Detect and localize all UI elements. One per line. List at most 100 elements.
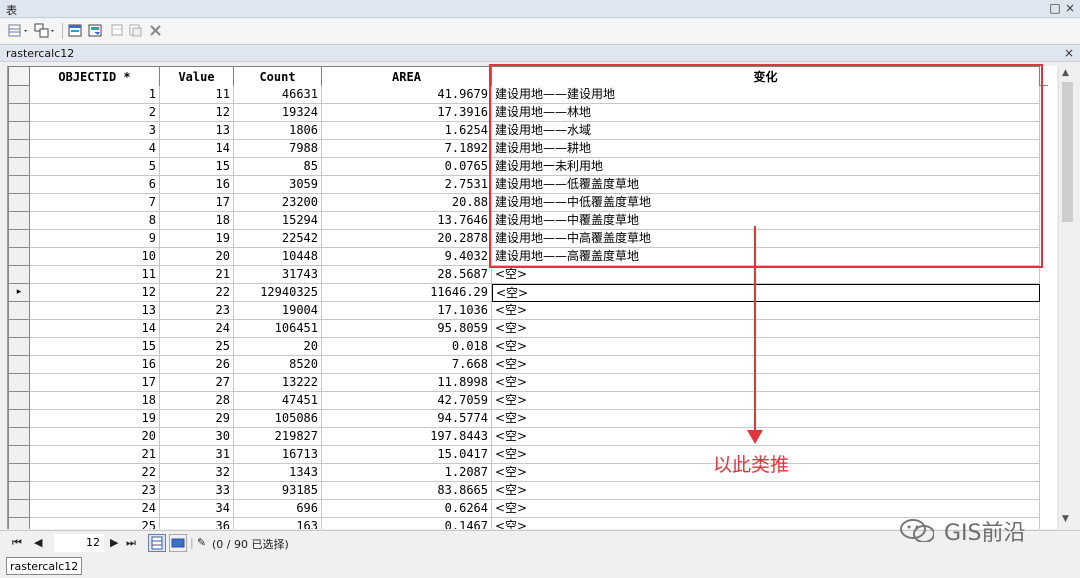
row-selector[interactable]	[8, 464, 30, 482]
objectid-cell[interactable]: 6	[30, 176, 160, 194]
change-cell[interactable]: 建设用地——耕地	[492, 140, 1040, 158]
value-cell[interactable]: 14	[160, 140, 234, 158]
change-cell[interactable]: <空>	[492, 428, 1040, 446]
bottom-table-tab[interactable]: rastercalc12	[6, 557, 83, 575]
count-cell[interactable]: 1806	[234, 122, 322, 140]
restore-button[interactable]: □	[1048, 1, 1062, 15]
change-cell[interactable]: 建设用地——低覆盖度草地	[492, 176, 1040, 194]
clear-selection-icon[interactable]	[110, 23, 126, 39]
area-cell[interactable]: 83.8665	[322, 482, 492, 500]
first-record-icon[interactable]: ⏮	[12, 536, 22, 550]
objectid-cell[interactable]: 5	[30, 158, 160, 176]
objectid-cell[interactable]: 19	[30, 410, 160, 428]
table-row[interactable]: 3 13 1806 1.6254 建设用地——水域	[8, 122, 1048, 140]
objectid-cell[interactable]: 22	[30, 464, 160, 482]
count-cell[interactable]: 3059	[234, 176, 322, 194]
objectid-cell[interactable]: 24	[30, 500, 160, 518]
last-record-icon[interactable]: ⏭	[126, 536, 136, 550]
area-cell[interactable]: 0.1467	[322, 518, 492, 529]
table-row[interactable]: ▸ 12 22 12940325 11646.29 <空>	[8, 284, 1048, 302]
table-options-icon[interactable]	[8, 23, 30, 39]
objectid-cell[interactable]: 2	[30, 104, 160, 122]
change-cell[interactable]: 建设用地——中高覆盖度草地	[492, 230, 1040, 248]
objectid-cell[interactable]: 15	[30, 338, 160, 356]
objectid-cell[interactable]: 1	[30, 86, 160, 104]
count-cell[interactable]: 12940325	[234, 284, 322, 302]
change-cell[interactable]: <空>	[492, 320, 1040, 338]
table-row[interactable]: 8 18 15294 13.7646 建设用地——中覆盖度草地	[8, 212, 1048, 230]
show-selected-records-button[interactable]	[169, 534, 187, 552]
table-row[interactable]: 11 21 31743 28.5687 <空>	[8, 266, 1048, 284]
table-row[interactable]: 14 24 106451 95.8059 <空>	[8, 320, 1048, 338]
change-cell[interactable]: <空>	[492, 266, 1040, 284]
table-row[interactable]: 4 14 7988 7.1892 建设用地——耕地	[8, 140, 1048, 158]
table-row[interactable]: 22 32 1343 1.2087 <空>	[8, 464, 1048, 482]
change-cell[interactable]: 建设用地——高覆盖度草地	[492, 248, 1040, 266]
scroll-up-icon[interactable]: ▲	[1062, 68, 1069, 78]
value-cell[interactable]: 34	[160, 500, 234, 518]
table-row[interactable]: 15 25 20 0.018 <空>	[8, 338, 1048, 356]
change-cell[interactable]: 建设用地——中低覆盖度草地	[492, 194, 1040, 212]
area-cell[interactable]: 1.6254	[322, 122, 492, 140]
table-tab-name[interactable]: rastercalc12	[6, 47, 74, 60]
value-cell[interactable]: 28	[160, 392, 234, 410]
objectid-cell[interactable]: 21	[30, 446, 160, 464]
table-row[interactable]: 25 36 163 0.1467 <空>	[8, 518, 1048, 529]
objectid-cell[interactable]: 13	[30, 302, 160, 320]
value-cell[interactable]: 13	[160, 122, 234, 140]
table-row[interactable]: 20 30 219827 197.8443 <空>	[8, 428, 1048, 446]
table-row[interactable]: 19 29 105086 94.5774 <空>	[8, 410, 1048, 428]
show-all-records-button[interactable]	[148, 534, 166, 552]
objectid-cell[interactable]: 23	[30, 482, 160, 500]
change-cell[interactable]: 建设用地——林地	[492, 104, 1040, 122]
objectid-cell[interactable]: 8	[30, 212, 160, 230]
row-selector[interactable]	[8, 446, 30, 464]
change-cell[interactable]: 建设用地——中覆盖度草地	[492, 212, 1040, 230]
area-cell[interactable]: 41.9679	[322, 86, 492, 104]
value-cell[interactable]: 22	[160, 284, 234, 302]
value-cell[interactable]: 36	[160, 518, 234, 529]
area-cell[interactable]: 20.2878	[322, 230, 492, 248]
value-cell[interactable]: 11	[160, 86, 234, 104]
value-cell[interactable]: 26	[160, 356, 234, 374]
row-selector[interactable]	[8, 500, 30, 518]
table-row[interactable]: 10 20 10448 9.4032 建设用地——高覆盖度草地	[8, 248, 1048, 266]
row-selector[interactable]	[8, 482, 30, 500]
row-selector[interactable]	[8, 176, 30, 194]
change-cell[interactable]: <空>	[492, 356, 1040, 374]
area-cell[interactable]: 0.6264	[322, 500, 492, 518]
count-cell[interactable]: 696	[234, 500, 322, 518]
change-cell[interactable]: <空>	[492, 338, 1040, 356]
objectid-cell[interactable]: 12	[30, 284, 160, 302]
value-cell[interactable]: 21	[160, 266, 234, 284]
value-cell[interactable]: 32	[160, 464, 234, 482]
count-cell[interactable]: 19004	[234, 302, 322, 320]
scroll-down-icon[interactable]: ▼	[1062, 514, 1069, 524]
row-selector[interactable]	[8, 518, 30, 529]
area-cell[interactable]: 11646.29	[322, 284, 492, 302]
value-cell[interactable]: 29	[160, 410, 234, 428]
close-table-button[interactable]: ×	[1064, 46, 1074, 60]
value-cell[interactable]: 19	[160, 230, 234, 248]
table-row[interactable]: 2 12 19324 17.3916 建设用地——林地	[8, 104, 1048, 122]
count-cell[interactable]: 8520	[234, 356, 322, 374]
row-selector[interactable]	[8, 428, 30, 446]
value-cell[interactable]: 33	[160, 482, 234, 500]
objectid-cell[interactable]: 14	[30, 320, 160, 338]
count-cell[interactable]: 20	[234, 338, 322, 356]
current-record-field[interactable]: 12	[54, 534, 104, 552]
table-row[interactable]: 5 15 85 0.0765 建设用地一未利用地	[8, 158, 1048, 176]
count-cell[interactable]: 219827	[234, 428, 322, 446]
current-row-indicator[interactable]: ▸	[8, 284, 30, 302]
area-cell[interactable]: 197.8443	[322, 428, 492, 446]
delete-selected-icon[interactable]	[148, 23, 164, 39]
count-cell[interactable]: 106451	[234, 320, 322, 338]
row-selector[interactable]	[8, 266, 30, 284]
change-cell[interactable]: 建设用地——水域	[492, 122, 1040, 140]
count-cell[interactable]: 16713	[234, 446, 322, 464]
next-record-icon[interactable]: ▶	[110, 536, 118, 549]
objectid-cell[interactable]: 16	[30, 356, 160, 374]
column-header-change[interactable]: 变化	[492, 66, 1040, 86]
objectid-cell[interactable]: 7	[30, 194, 160, 212]
area-cell[interactable]: 20.88	[322, 194, 492, 212]
